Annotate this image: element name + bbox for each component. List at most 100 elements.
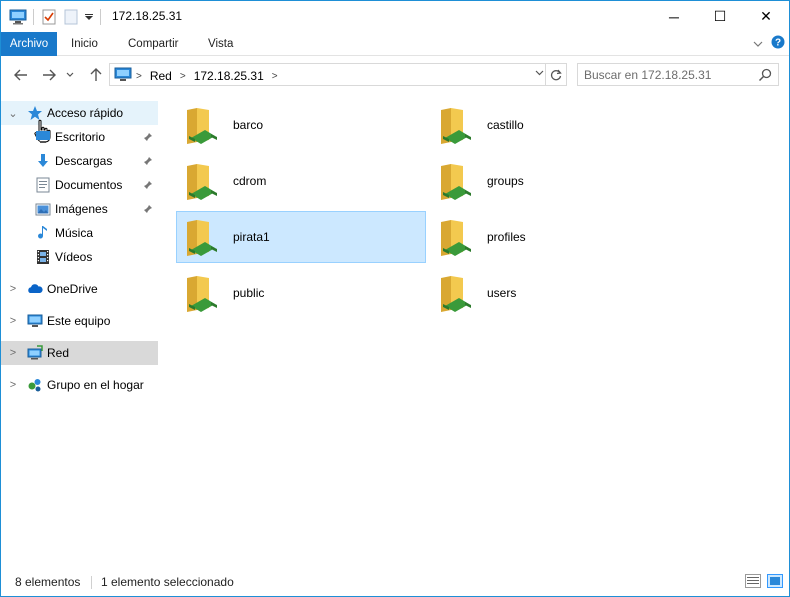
breadcrumb: > Red > 172.18.25.31 > xyxy=(114,67,282,85)
nav-imagenes[interactable]: Imágenes xyxy=(1,197,158,221)
pin-icon[interactable] xyxy=(143,156,153,166)
share-groups[interactable]: groups xyxy=(430,155,680,207)
close-button[interactable]: ✕ xyxy=(743,1,789,32)
status-separator xyxy=(91,576,92,589)
nav-label-red: Red xyxy=(47,346,70,360)
address-bar[interactable]: > Red > 172.18.25.31 > xyxy=(109,63,567,86)
nav-label-grupo-hogar: Grupo en el hogar xyxy=(47,378,144,392)
new-folder-icon[interactable] xyxy=(62,8,80,26)
tab-vista[interactable]: Vista xyxy=(199,32,242,56)
search-input[interactable] xyxy=(584,67,754,82)
up-arrow-icon xyxy=(90,68,102,81)
shared-folder-icon xyxy=(441,276,471,312)
customize-toolbar-icon[interactable] xyxy=(84,8,94,26)
forward-arrow-icon xyxy=(43,69,56,81)
nav-videos[interactable]: Vídeos xyxy=(1,245,158,269)
nav-label-imagenes: Imágenes xyxy=(55,202,108,216)
tab-compartir[interactable]: Compartir xyxy=(119,32,187,56)
shared-folder-icon xyxy=(187,164,217,200)
nav-label-descargas: Descargas xyxy=(55,154,113,168)
computer-icon[interactable] xyxy=(9,8,27,26)
quick-access-toolbar xyxy=(9,7,107,27)
nav-descargas[interactable]: Descargas xyxy=(1,149,158,173)
pin-icon[interactable] xyxy=(143,204,153,214)
breadcrumb-chevron-icon[interactable]: > xyxy=(272,71,278,82)
share-public[interactable]: public xyxy=(176,267,426,319)
share-cdrom[interactable]: cdrom xyxy=(176,155,426,207)
nav-musica[interactable]: Música xyxy=(1,221,158,245)
share-profiles[interactable]: profiles xyxy=(430,211,680,263)
nav-label-videos: Vídeos xyxy=(55,250,93,264)
navigation-pane: ⌄ Acceso rápido Escritorio Descargas Doc… xyxy=(1,95,159,565)
back-button[interactable] xyxy=(11,65,31,85)
share-pirata1[interactable]: pirata1 xyxy=(176,211,426,263)
pictures-icon xyxy=(35,203,51,216)
address-dropdown-icon[interactable] xyxy=(535,68,544,79)
window-title: 172.18.25.31 xyxy=(112,9,183,23)
share-name: castillo xyxy=(487,118,524,132)
breadcrumb-chevron-icon[interactable]: > xyxy=(180,71,186,82)
nav-onedrive[interactable]: > OneDrive xyxy=(1,277,158,301)
minimize-icon: ─ xyxy=(669,8,679,25)
nav-label-este-equipo: Este equipo xyxy=(47,314,111,328)
share-castillo[interactable]: castillo xyxy=(430,99,680,151)
shared-folder-icon xyxy=(441,220,471,256)
nav-grupo-hogar[interactable]: > Grupo en el hogar xyxy=(1,373,158,397)
download-arrow-icon xyxy=(38,154,48,167)
search-icon[interactable] xyxy=(758,68,772,82)
forward-button[interactable] xyxy=(39,65,59,85)
nav-escritorio[interactable]: Escritorio xyxy=(1,125,158,149)
file-list: barco castillo cdrom groups pirata1 prof… xyxy=(160,95,789,565)
expand-ribbon-icon[interactable] xyxy=(753,37,763,51)
collapse-chevron-icon[interactable]: ⌄ xyxy=(7,107,19,120)
maximize-button[interactable]: ☐ xyxy=(697,1,743,32)
breadcrumb-ip[interactable]: 172.18.25.31 xyxy=(194,69,264,83)
explorer-window: 172.18.25.31 ─ ☐ ✕ Archivo Inicio Compar… xyxy=(0,0,790,597)
details-view-icon[interactable] xyxy=(745,574,761,588)
nav-red[interactable]: > Red xyxy=(1,341,158,365)
shared-folder-icon xyxy=(187,108,217,144)
search-box[interactable] xyxy=(577,63,779,86)
pin-icon[interactable] xyxy=(143,132,153,142)
share-users[interactable]: users xyxy=(430,267,680,319)
share-barco[interactable]: barco xyxy=(176,99,426,151)
shared-folder-icon xyxy=(187,220,217,256)
share-name: users xyxy=(487,286,517,300)
refresh-icon xyxy=(550,69,562,80)
pin-icon[interactable] xyxy=(143,180,153,190)
network-location-icon xyxy=(114,67,132,85)
help-icon[interactable]: ? xyxy=(771,35,785,52)
nav-este-equipo[interactable]: > Este equipo xyxy=(1,309,158,333)
onedrive-cloud-icon xyxy=(28,284,43,293)
minimize-button[interactable]: ─ xyxy=(651,1,697,32)
properties-icon[interactable] xyxy=(40,8,58,26)
ribbon-controls: ? xyxy=(753,35,785,52)
nav-documentos[interactable]: Documentos xyxy=(1,173,158,197)
tab-inicio[interactable]: Inicio xyxy=(62,32,107,56)
tab-archivo[interactable]: Archivo xyxy=(1,32,57,56)
nav-quick-access[interactable]: ⌄ Acceso rápido xyxy=(1,101,158,125)
share-name: profiles xyxy=(487,230,526,244)
up-button[interactable] xyxy=(86,65,106,85)
shared-folder-icon xyxy=(187,276,217,312)
expand-chevron-icon[interactable]: > xyxy=(7,379,19,391)
back-arrow-icon xyxy=(14,69,27,81)
document-icon xyxy=(36,177,50,193)
nav-label-escritorio: Escritorio xyxy=(55,130,106,144)
recent-locations-button[interactable] xyxy=(63,65,77,85)
expand-chevron-icon[interactable]: > xyxy=(7,315,19,327)
nav-label-documentos: Documentos xyxy=(55,178,123,192)
address-row: > Red > 172.18.25.31 > xyxy=(1,57,789,93)
expand-chevron-icon[interactable]: > xyxy=(7,347,19,359)
ribbon-tabs: Archivo Inicio Compartir Vista ? xyxy=(1,32,789,56)
refresh-button[interactable] xyxy=(545,64,566,85)
large-icons-view-icon[interactable] xyxy=(767,574,783,588)
breadcrumb-chevron-icon[interactable]: > xyxy=(136,71,142,82)
share-name: cdrom xyxy=(233,174,267,188)
film-icon xyxy=(37,250,49,264)
selection-count: 1 elemento seleccionado xyxy=(101,575,234,589)
toolbar-separator xyxy=(100,9,101,25)
homegroup-icon xyxy=(28,379,41,392)
breadcrumb-red[interactable]: Red xyxy=(150,69,172,83)
expand-chevron-icon[interactable]: > xyxy=(7,283,19,295)
